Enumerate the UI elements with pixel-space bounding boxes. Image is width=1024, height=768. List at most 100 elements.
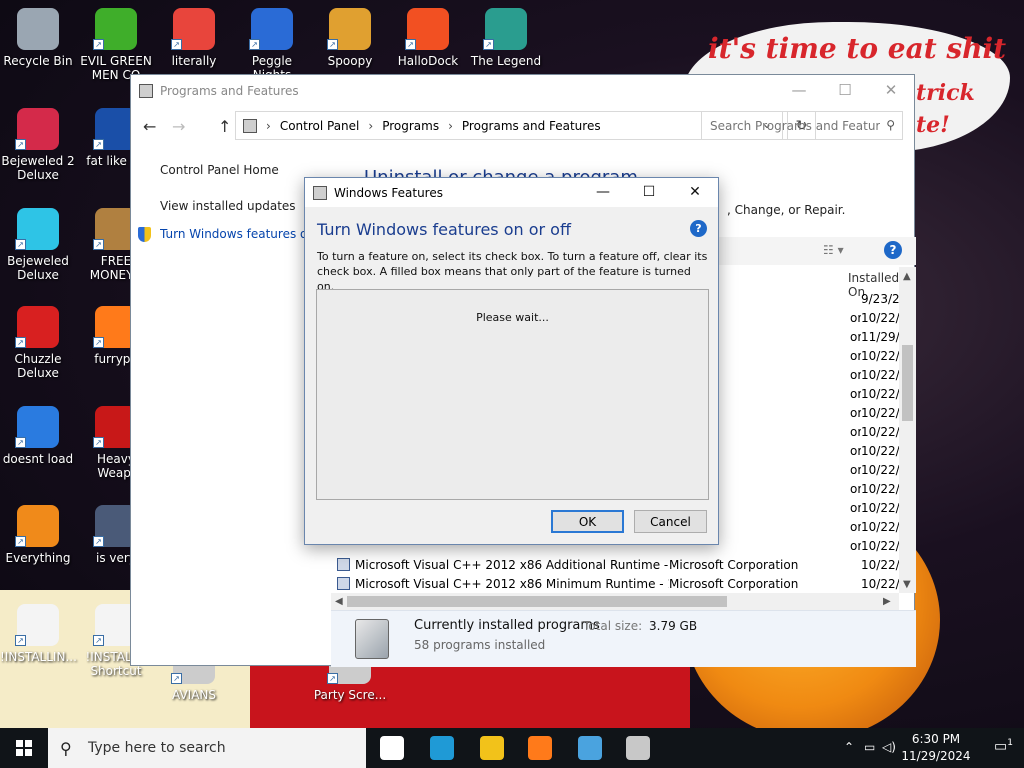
shortcut-arrow-icon: ↗ bbox=[93, 39, 104, 50]
ok-button[interactable]: OK bbox=[551, 510, 624, 533]
shortcut-arrow-icon: ↗ bbox=[249, 39, 260, 50]
scroll-right-icon[interactable]: ▶ bbox=[883, 596, 891, 607]
clock-time: 6:30 PM bbox=[911, 732, 961, 746]
search-box[interactable]: ⚲ bbox=[701, 111, 903, 140]
up-arrow-icon[interactable]: ↑ bbox=[218, 117, 231, 136]
shortcut-arrow-icon: ↗ bbox=[171, 39, 182, 50]
help-icon[interactable]: ? bbox=[690, 220, 707, 237]
network-icon[interactable]: ▭ bbox=[864, 740, 875, 754]
search-icon[interactable]: ⚲ bbox=[886, 118, 895, 132]
start-button[interactable] bbox=[0, 728, 48, 768]
breadcrumb-separator: › bbox=[368, 118, 374, 133]
windows-features-icon[interactable] bbox=[626, 736, 650, 760]
chevron-up-icon[interactable]: ⌃ bbox=[844, 740, 854, 754]
maximize-button[interactable]: ☐ bbox=[626, 178, 672, 206]
horizontal-scrollbar[interactable]: ◀ ▶ bbox=[331, 593, 899, 610]
dialog-heading: Turn Windows features on or off bbox=[317, 220, 571, 239]
close-button[interactable]: ✕ bbox=[868, 75, 914, 105]
taskbar-search-placeholder: Type here to search bbox=[88, 740, 226, 756]
program-name: Microsoft Visual C++ 2012 x86 Minimum Ru… bbox=[355, 576, 669, 591]
notification-icon[interactable]: ▭1 bbox=[994, 738, 1013, 755]
vertical-scrollbar[interactable]: ▲ ▼ bbox=[899, 267, 916, 593]
desktop-icon-label: Recycle Bin bbox=[3, 54, 73, 68]
program-icon bbox=[337, 558, 350, 571]
control-panel-icon bbox=[243, 118, 257, 133]
clock[interactable]: 6:30 PM 11/29/2024 bbox=[896, 731, 976, 765]
view-installed-updates-link[interactable]: View installed updates bbox=[160, 199, 310, 213]
edge-icon[interactable] bbox=[430, 736, 454, 760]
desktop-icon[interactable]: ↗ doesnt load bbox=[0, 406, 76, 466]
scroll-left-icon[interactable]: ◀ bbox=[335, 596, 343, 607]
desktop-icon-label: HalloDock bbox=[397, 54, 459, 68]
notification-count: 1 bbox=[1007, 738, 1013, 748]
maximize-button[interactable]: ☐ bbox=[822, 75, 868, 105]
shortcut-arrow-icon: ↗ bbox=[93, 239, 104, 250]
control-panel-home-link[interactable]: Control Panel Home bbox=[160, 163, 310, 177]
desktop-icon[interactable]: ↗ Chuzzle Deluxe bbox=[0, 306, 76, 380]
desktop-icon-label: Chuzzle Deluxe bbox=[14, 352, 62, 380]
desktop-icon[interactable]: Recycle Bin bbox=[0, 8, 76, 68]
desktop-icon[interactable]: ↗ EVIL GREEN MEN CO bbox=[78, 8, 154, 82]
desktop-icon[interactable]: ↗ literally bbox=[156, 8, 232, 68]
shortcut-arrow-icon: ↗ bbox=[15, 536, 26, 547]
shortcut-arrow-icon: ↗ bbox=[327, 673, 338, 684]
shortcut-arrow-icon: ↗ bbox=[15, 635, 26, 646]
windows-features-dialog: Windows Features — ☐ ✕ Turn Windows feat… bbox=[304, 177, 719, 545]
forward-arrow-icon[interactable]: → bbox=[172, 117, 185, 136]
scroll-down-icon[interactable]: ▼ bbox=[903, 579, 911, 590]
windows-logo-icon bbox=[16, 740, 32, 756]
desktop-icon-label: Bejeweled 2 Deluxe bbox=[1, 154, 75, 182]
desktop-icon[interactable]: ↗ The Legend bbox=[468, 8, 544, 68]
desktop-icon[interactable]: ↗Peggle Nights bbox=[234, 8, 310, 82]
breadcrumb-programs-and-features[interactable]: Programs and Features bbox=[462, 119, 601, 133]
scroll-thumb[interactable] bbox=[347, 596, 727, 607]
program-row[interactable]: Microsoft Visual C++ 2012 x86 Minimum Ru… bbox=[337, 574, 915, 593]
program-row[interactable]: Microsoft Visual C++ 2012 x86 Additional… bbox=[337, 555, 915, 574]
system-tray: ⌃ ▭ ◁) 6:30 PM 11/29/2024 ▭1 bbox=[824, 728, 1024, 768]
program-name: Microsoft Visual C++ 2012 x86 Additional… bbox=[355, 557, 669, 572]
taskbar-search-box[interactable]: ⚲ Type here to search bbox=[48, 728, 366, 768]
scroll-up-icon[interactable]: ▲ bbox=[903, 271, 911, 282]
desktop-icon[interactable]: ↗ Bejeweled 2 Deluxe bbox=[0, 108, 76, 182]
breadcrumb-control-panel[interactable]: Control Panel bbox=[280, 119, 360, 133]
task-view-icon[interactable] bbox=[380, 736, 404, 760]
minimize-button[interactable]: — bbox=[580, 178, 626, 206]
search-input[interactable] bbox=[710, 118, 880, 133]
program-icon bbox=[337, 577, 350, 590]
shortcut-arrow-icon: ↗ bbox=[405, 39, 416, 50]
program-publisher: Microsoft Corporation bbox=[669, 576, 799, 591]
file-explorer-icon[interactable] bbox=[480, 736, 504, 760]
desktop-icon[interactable]: ↗ Spoopy bbox=[312, 8, 388, 68]
desktop-icon[interactable]: ↗ !INSTALLIN... bbox=[0, 604, 77, 664]
details-pane: Currently installed programs Total size:… bbox=[331, 610, 916, 667]
turn-windows-features-link[interactable]: Turn Windows features on or off bbox=[138, 227, 310, 244]
help-icon[interactable]: ? bbox=[884, 241, 902, 259]
shortcut-arrow-icon: ↗ bbox=[483, 39, 494, 50]
details-title: Currently installed programs bbox=[414, 618, 600, 633]
control-panel-icon[interactable] bbox=[578, 736, 602, 760]
cancel-button[interactable]: Cancel bbox=[634, 510, 707, 533]
desktop-icon-label: AVIANS bbox=[172, 688, 216, 702]
shortcut-arrow-icon: ↗ bbox=[93, 139, 104, 150]
desktop-icon[interactable]: ↗ HalloDock bbox=[390, 8, 466, 68]
features-tree[interactable]: Please wait... bbox=[316, 289, 709, 500]
desktop-icon-label: Party Scre... bbox=[313, 688, 387, 702]
close-button[interactable]: ✕ bbox=[672, 178, 718, 206]
volume-icon[interactable]: ◁) bbox=[882, 740, 896, 754]
minimize-button[interactable]: — bbox=[776, 75, 822, 105]
desktop-icon-label: Everything bbox=[5, 551, 71, 565]
firefox-icon[interactable] bbox=[528, 736, 552, 760]
shortcut-arrow-icon: ↗ bbox=[15, 139, 26, 150]
recycle-bin-icon bbox=[17, 8, 59, 50]
shortcut-arrow-icon: ↗ bbox=[93, 635, 104, 646]
scroll-thumb[interactable] bbox=[902, 345, 913, 421]
breadcrumb-programs[interactable]: Programs bbox=[382, 119, 439, 133]
shortcut-arrow-icon: ↗ bbox=[15, 337, 26, 348]
view-options-icon[interactable]: ☷ ▾ bbox=[823, 243, 844, 257]
desktop-icon[interactable]: ↗ Everything bbox=[0, 505, 76, 565]
wallpaper-text: it's time to eat shit bbox=[708, 32, 1007, 65]
control-panel-icon bbox=[139, 83, 153, 98]
back-arrow-icon[interactable]: ← bbox=[143, 117, 156, 136]
desktop-icon[interactable]: ↗ Bejeweled Deluxe bbox=[0, 208, 76, 282]
breadcrumb-separator: › bbox=[448, 118, 453, 133]
